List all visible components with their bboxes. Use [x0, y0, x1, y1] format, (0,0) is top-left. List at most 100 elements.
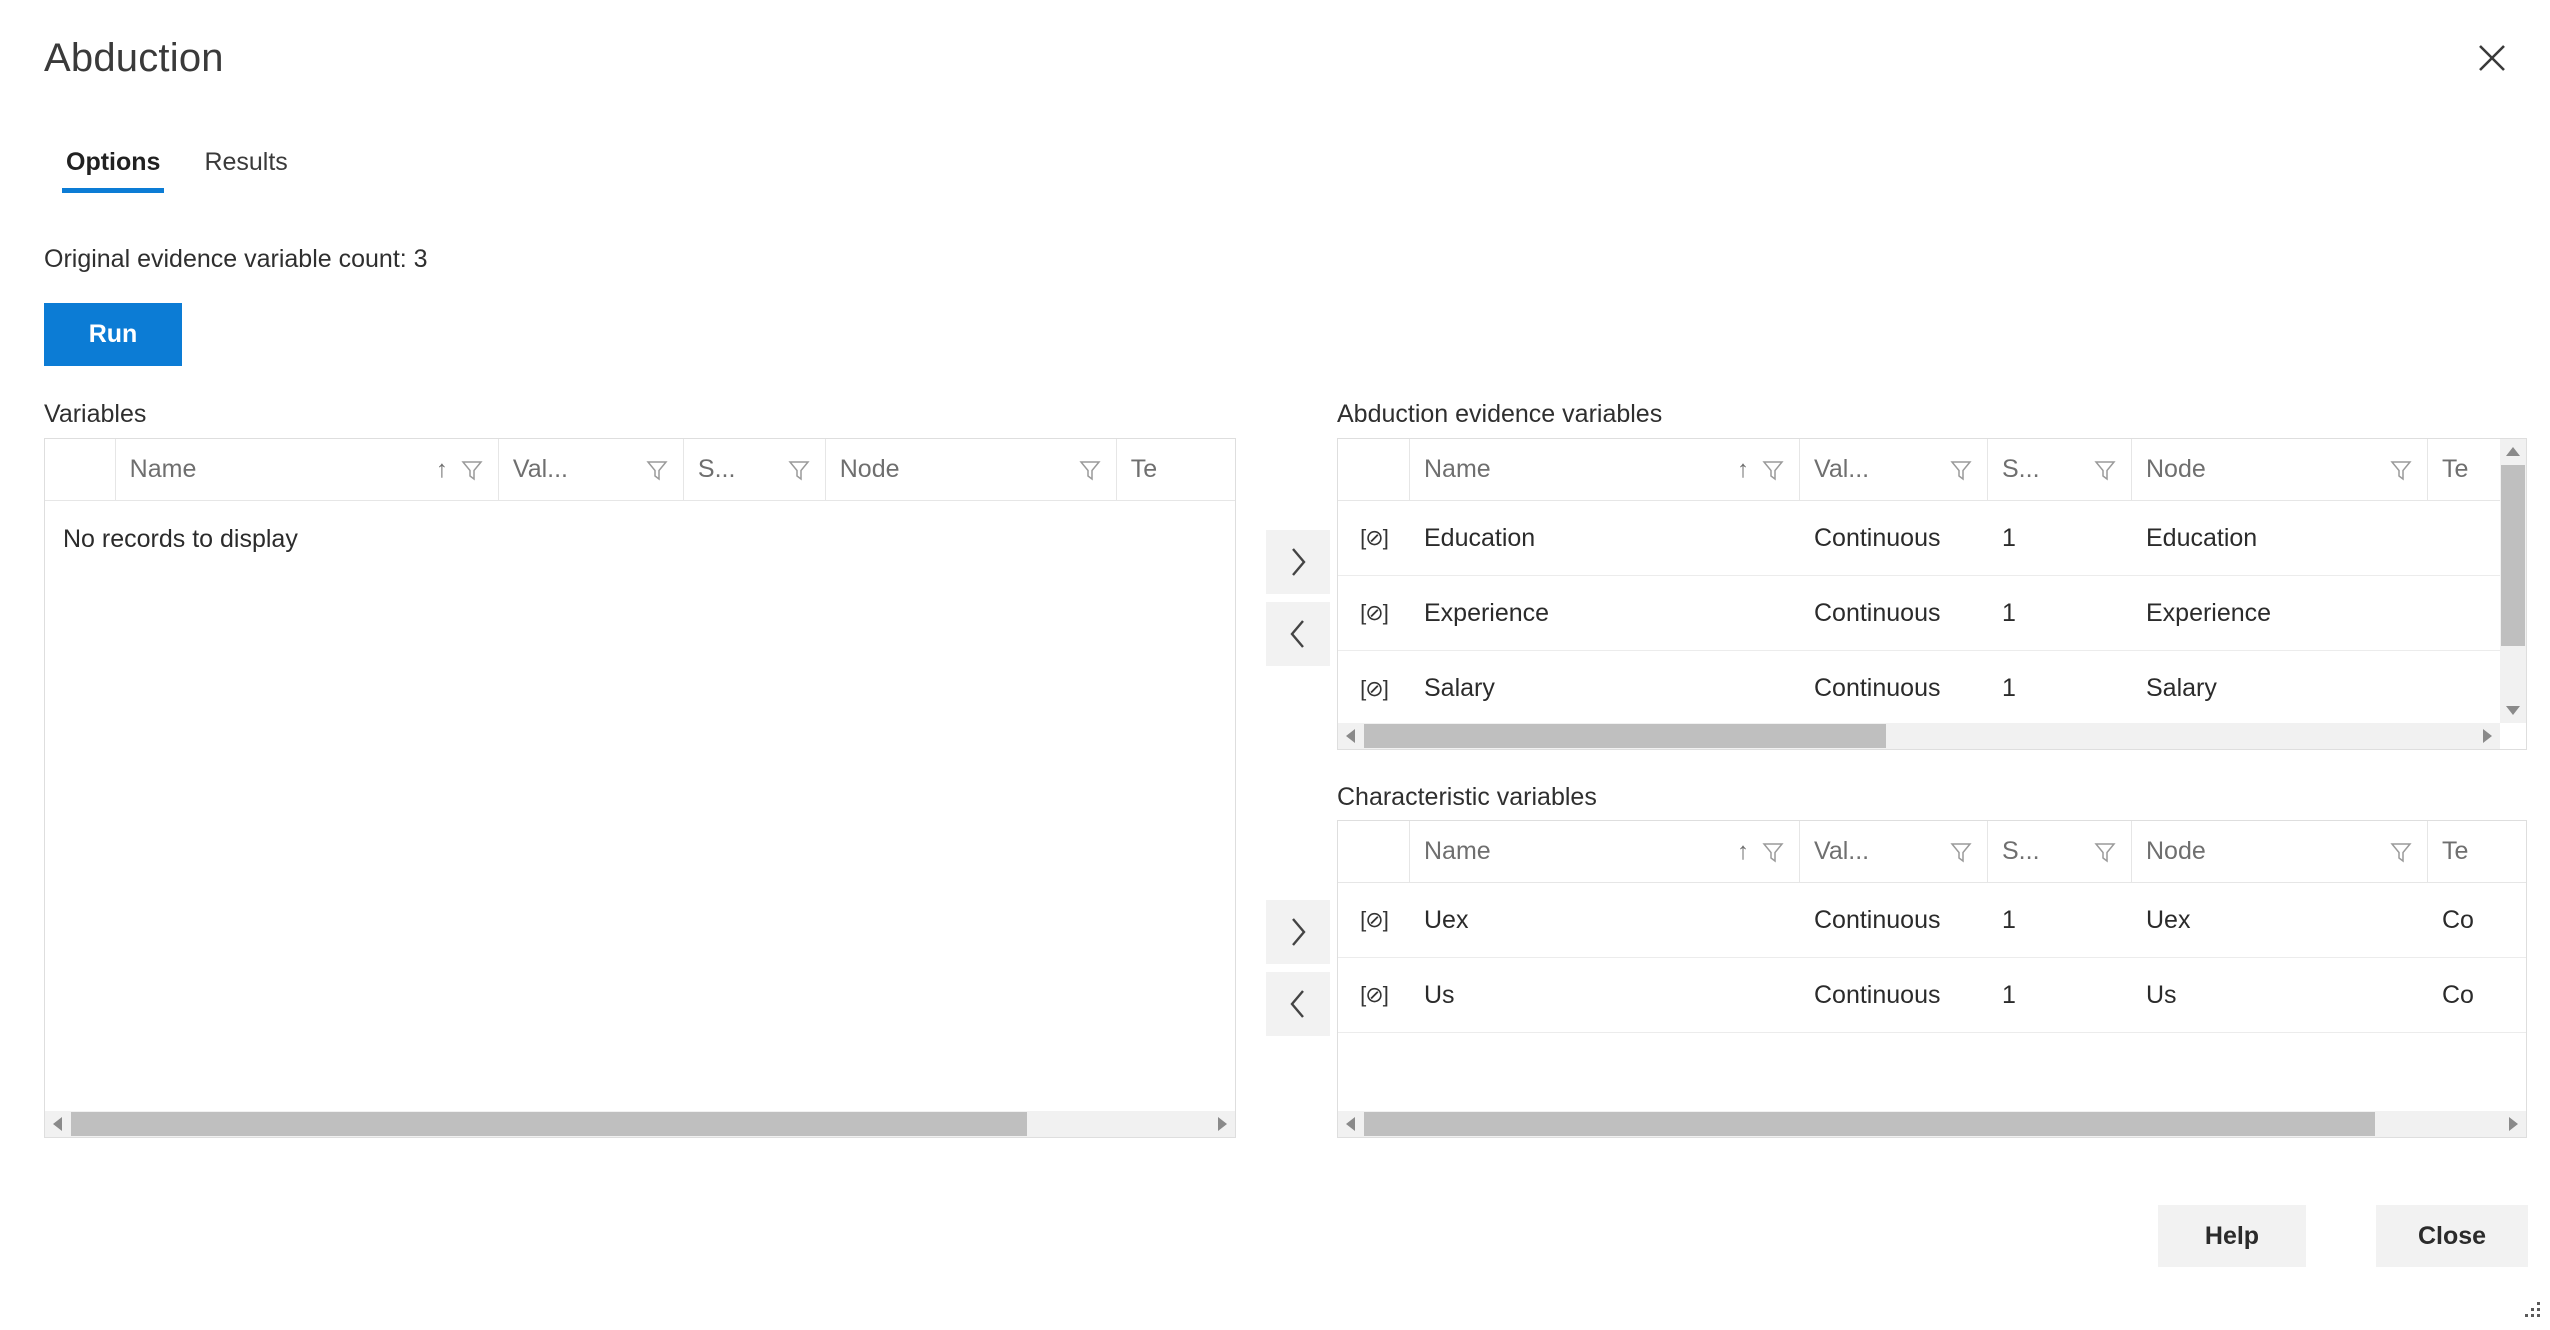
evidence-vscroll-thumb[interactable] — [2501, 465, 2525, 646]
cell-name: Education — [1424, 523, 1536, 552]
variable-icon: [⊘] — [1360, 525, 1389, 550]
filter-icon[interactable] — [787, 458, 811, 482]
filter-icon[interactable] — [1761, 840, 1785, 864]
characteristic-col-name[interactable]: Name ↑ — [1410, 821, 1800, 882]
variables-empty-message: No records to display — [63, 525, 298, 553]
evidence-col-name[interactable]: Name ↑ — [1410, 439, 1800, 500]
run-button[interactable]: Run — [44, 303, 182, 366]
cell-value-type: Continuous — [1814, 523, 1941, 552]
cell-name: Experience — [1424, 598, 1550, 627]
filter-icon[interactable] — [645, 458, 669, 482]
scroll-left-icon[interactable] — [1338, 1111, 1364, 1137]
cell-node: Salary — [2146, 674, 2217, 702]
cell-name: Us — [1424, 980, 1455, 1009]
characteristic-col-states[interactable]: S... — [1988, 821, 2132, 882]
cell-value-type: Continuous — [1814, 674, 1941, 702]
filter-icon[interactable] — [2093, 458, 2117, 482]
cell-value-type: Continuous — [1814, 598, 1941, 627]
evidence-col-states[interactable]: S... — [1988, 439, 2132, 500]
evidence-col-valuetype[interactable]: Val... — [1800, 439, 1988, 500]
scroll-down-icon[interactable] — [2500, 697, 2526, 723]
close-button[interactable]: Close — [2376, 1205, 2528, 1267]
variables-section-label: Variables — [44, 400, 147, 428]
evidence-grid: Name ↑ Val... S... Node Te [⊘] Education… — [1337, 438, 2527, 750]
tab-options[interactable]: Options — [44, 148, 182, 193]
variables-hscroll-thumb[interactable] — [71, 1112, 1027, 1136]
variables-hscroll-track[interactable] — [71, 1111, 1209, 1137]
close-icon[interactable] — [2460, 26, 2524, 90]
evidence-col-node[interactable]: Node — [2132, 439, 2428, 500]
table-row[interactable]: [⊘] Education Continuous 1 Education — [1338, 501, 2500, 576]
scroll-left-icon[interactable] — [45, 1111, 71, 1137]
variables-col-node[interactable]: Node — [826, 439, 1117, 500]
evidence-grid-body: [⊘] Education Continuous 1 Education [⊘]… — [1338, 501, 2526, 723]
chevron-right-icon — [1292, 918, 1306, 946]
variables-col-name[interactable]: Name ↑ — [116, 439, 499, 500]
move-to-characteristic-button[interactable] — [1266, 900, 1330, 964]
variables-grid-header: Name ↑ Val... S... Node Te — [45, 439, 1235, 501]
move-to-evidence-button[interactable] — [1266, 530, 1330, 594]
table-row[interactable]: [⊘] Salary Continuous 1 Salary — [1338, 651, 2500, 726]
evidence-col-icon[interactable] — [1338, 439, 1410, 500]
characteristic-col-icon[interactable] — [1338, 821, 1410, 882]
table-row[interactable]: [⊘] Experience Continuous 1 Experience — [1338, 576, 2500, 651]
variables-grid-body: No records to display — [45, 501, 1235, 1111]
variables-hscrollbar[interactable] — [45, 1111, 1235, 1137]
variables-col-icon[interactable] — [45, 439, 116, 500]
filter-icon[interactable] — [2389, 458, 2413, 482]
filter-icon[interactable] — [1949, 458, 1973, 482]
chevron-left-icon — [1290, 620, 1304, 648]
evidence-hscrollbar[interactable] — [1338, 723, 2500, 749]
characteristic-grid: Name ↑ Val... S... Node Te [⊘] Uex Conti… — [1337, 820, 2527, 1138]
sort-ascending-icon: ↑ — [435, 455, 448, 483]
cell-text — [2428, 651, 2498, 726]
original-evidence-count-label: Original evidence variable count: 3 — [44, 245, 428, 273]
cell-text: Co — [2442, 980, 2474, 1009]
help-button[interactable]: Help — [2158, 1205, 2306, 1267]
tab-bar: Options Results — [44, 148, 310, 193]
move-from-characteristic-button[interactable] — [1266, 972, 1330, 1036]
scroll-up-icon[interactable] — [2500, 439, 2526, 465]
filter-icon[interactable] — [1761, 458, 1785, 482]
characteristic-grid-header: Name ↑ Val... S... Node Te — [1338, 821, 2526, 883]
cell-states: 1 — [2002, 674, 2016, 702]
move-from-evidence-button[interactable] — [1266, 602, 1330, 666]
chevron-left-icon — [1290, 990, 1304, 1018]
variables-col-states[interactable]: S... — [684, 439, 826, 500]
resize-grip-icon[interactable] — [2520, 1300, 2542, 1322]
scroll-left-icon[interactable] — [1338, 723, 1364, 749]
evidence-hscroll-thumb[interactable] — [1364, 724, 1886, 748]
page-title: Abduction — [44, 36, 224, 80]
filter-icon[interactable] — [1949, 840, 1973, 864]
variable-icon: [⊘] — [1360, 907, 1389, 932]
characteristic-hscroll-thumb[interactable] — [1364, 1112, 2376, 1136]
evidence-section-label: Abduction evidence variables — [1337, 400, 1663, 428]
evidence-col-text[interactable]: Te — [2428, 439, 2498, 500]
cell-text: Co — [2442, 905, 2474, 934]
filter-icon[interactable] — [2093, 840, 2117, 864]
characteristic-hscrollbar[interactable] — [1338, 1111, 2526, 1137]
evidence-vscroll-track[interactable] — [2500, 465, 2526, 697]
table-row[interactable]: [⊘] Uex Continuous 1 Uex Co — [1338, 883, 2526, 958]
scroll-right-icon[interactable] — [1209, 1111, 1235, 1137]
characteristic-hscroll-track[interactable] — [1364, 1111, 2500, 1137]
characteristic-col-valuetype[interactable]: Val... — [1800, 821, 1988, 882]
evidence-hscroll-track[interactable] — [1364, 723, 2474, 749]
scroll-right-icon[interactable] — [2500, 1111, 2526, 1137]
characteristic-col-node[interactable]: Node — [2132, 821, 2428, 882]
characteristic-col-text[interactable]: Te — [2428, 821, 2526, 882]
table-row[interactable]: [⊘] Us Continuous 1 Us Co — [1338, 958, 2526, 1033]
filter-icon[interactable] — [1078, 458, 1102, 482]
evidence-grid-header: Name ↑ Val... S... Node Te — [1338, 439, 2526, 501]
tab-results[interactable]: Results — [182, 148, 309, 193]
sort-ascending-icon: ↑ — [1737, 455, 1749, 483]
variables-col-valuetype[interactable]: Val... — [499, 439, 684, 500]
scroll-right-icon[interactable] — [2474, 723, 2500, 749]
evidence-vscrollbar[interactable] — [2500, 439, 2526, 723]
cell-node: Education — [2146, 523, 2258, 552]
cell-node: Us — [2146, 980, 2177, 1009]
variables-col-text[interactable]: Te — [1117, 439, 1235, 500]
filter-icon[interactable] — [460, 458, 484, 482]
filter-icon[interactable] — [2389, 840, 2413, 864]
variable-icon: [⊘] — [1360, 982, 1389, 1007]
